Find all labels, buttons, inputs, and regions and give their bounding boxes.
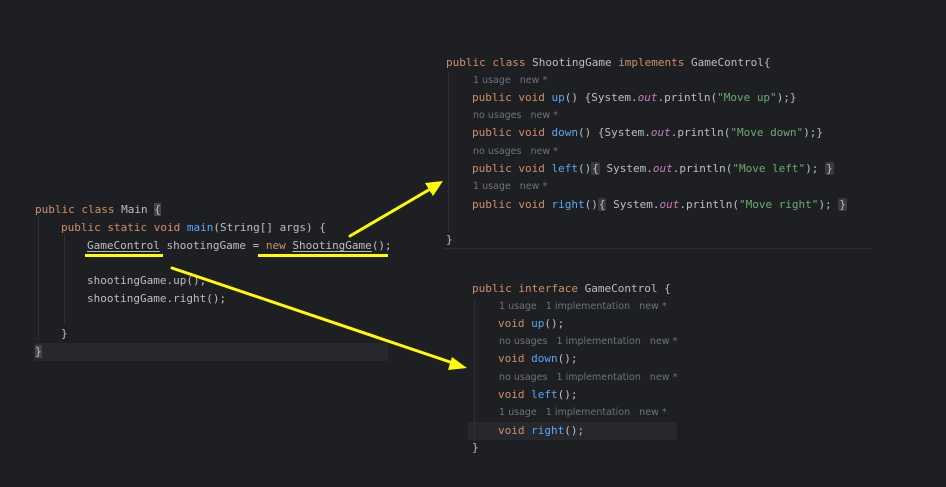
annotation-arrows [170, 181, 467, 370]
annotation-arrow-to-class [348, 186, 434, 238]
arrowhead [425, 181, 443, 196]
arrowhead [448, 357, 467, 370]
annotation-arrow-to-interface [170, 266, 458, 366]
